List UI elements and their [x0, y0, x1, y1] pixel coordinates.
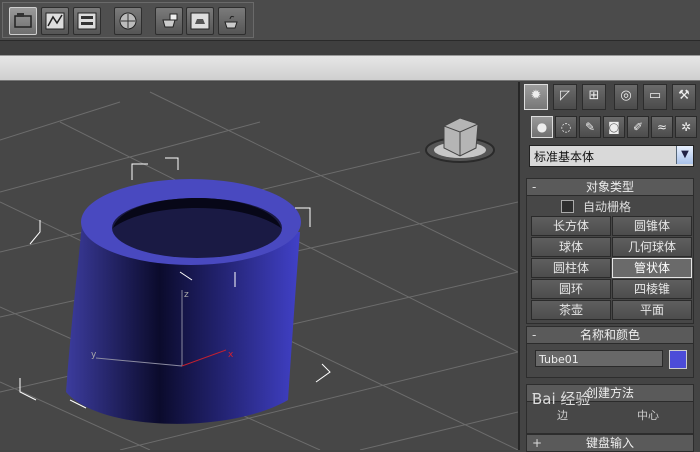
- render-production-icon[interactable]: [218, 7, 246, 35]
- object-type-rollout: - 对象类型 自动栅格 长方体 圆锥体 球体 几何球体 圆柱体 管状体 圆环 四…: [526, 178, 694, 324]
- tab-create[interactable]: ✹: [524, 84, 548, 110]
- create-categories: ● ◌ ✎ ◙ ✐ ≈ ✲: [528, 116, 698, 138]
- autogrid-label: 自动栅格: [583, 200, 632, 214]
- rollout-title: 名称和颜色: [579, 328, 640, 342]
- chevron-down-icon[interactable]: ▼: [676, 146, 693, 164]
- sphere-button[interactable]: 球体: [531, 237, 611, 257]
- modify-tab-icon: ◸: [560, 88, 570, 103]
- axis-label-z: z: [184, 290, 189, 300]
- rendered-frame-window-icon[interactable]: [186, 7, 214, 35]
- keyboard-entry-header[interactable]: + 键盘输入: [527, 435, 693, 452]
- lights-icon[interactable]: ✎: [579, 116, 601, 138]
- center-option[interactable]: 中心: [637, 407, 659, 423]
- object-color-swatch[interactable]: [669, 350, 687, 369]
- curve-editor-icon[interactable]: [41, 7, 69, 35]
- systems-icon[interactable]: ✲: [675, 116, 697, 138]
- space-warps-icon[interactable]: ≈: [651, 116, 673, 138]
- tab-display[interactable]: ▭: [643, 84, 667, 110]
- tab-utilities[interactable]: ⚒: [672, 84, 696, 110]
- render-setup-icon[interactable]: [155, 7, 183, 35]
- create-tab-icon: ✹: [530, 88, 542, 103]
- cameras-icon[interactable]: ◙: [603, 116, 625, 138]
- command-panel-tabs: ✹ ◸ ⊞ ◎ ▭ ⚒: [524, 84, 700, 110]
- motion-tab-icon: ◎: [620, 88, 632, 103]
- object-name-field[interactable]: Tube01: [535, 350, 663, 367]
- utilities-tab-icon: ⚒: [678, 88, 690, 103]
- torus-button[interactable]: 圆环: [531, 279, 611, 299]
- cone-button[interactable]: 圆锥体: [612, 216, 692, 236]
- object-type-header[interactable]: - 对象类型: [527, 179, 693, 196]
- edge-option[interactable]: 边: [557, 407, 568, 423]
- material-editor-icon[interactable]: [114, 7, 142, 35]
- tube-object: [66, 179, 301, 424]
- axis-label-y: y: [91, 350, 97, 360]
- teapot-button[interactable]: 茶壶: [531, 300, 611, 320]
- watermark: Bai 经验: [532, 390, 591, 408]
- tab-motion[interactable]: ◎: [614, 84, 638, 110]
- layer-manager-icon[interactable]: [9, 7, 37, 35]
- box-button[interactable]: 长方体: [531, 216, 611, 236]
- rollout-title: 键盘输入: [585, 436, 634, 450]
- tab-hierarchy[interactable]: ⊞: [582, 84, 606, 110]
- cylinder-button[interactable]: 圆柱体: [531, 258, 611, 278]
- shapes-icon[interactable]: ◌: [555, 116, 577, 138]
- geometry-icon[interactable]: ●: [531, 116, 553, 138]
- geosphere-button[interactable]: 几何球体: [612, 237, 692, 257]
- keyboard-entry-rollout: + 键盘输入: [526, 434, 694, 452]
- pyramid-button[interactable]: 四棱锥: [612, 279, 692, 299]
- tube-button[interactable]: 管状体: [612, 258, 692, 278]
- helpers-icon[interactable]: ✐: [627, 116, 649, 138]
- display-tab-icon: ▭: [648, 88, 662, 103]
- rollout-title: 对象类型: [585, 180, 634, 194]
- main-toolbar: [0, 0, 700, 41]
- primitive-type-dropdown[interactable]: 标准基本体 ▼: [529, 145, 694, 167]
- hierarchy-tab-icon: ⊞: [588, 88, 600, 103]
- toolbar-divider: [0, 41, 700, 55]
- plane-button[interactable]: 平面: [612, 300, 692, 320]
- render-to-texture-icon[interactable]: [73, 7, 101, 35]
- tab-modify[interactable]: ◸: [553, 84, 577, 110]
- name-color-rollout: - 名称和颜色 Tube01: [526, 326, 694, 378]
- ribbon-bar: [0, 55, 700, 81]
- perspective-viewport[interactable]: z y x: [0, 82, 518, 450]
- toolbar-group: [2, 2, 254, 38]
- axis-label-x: x: [228, 350, 234, 360]
- autogrid-checkbox[interactable]: [561, 200, 574, 213]
- dropdown-value: 标准基本体: [534, 150, 595, 164]
- viewcube: [425, 117, 495, 163]
- name-color-header[interactable]: - 名称和颜色: [527, 327, 693, 344]
